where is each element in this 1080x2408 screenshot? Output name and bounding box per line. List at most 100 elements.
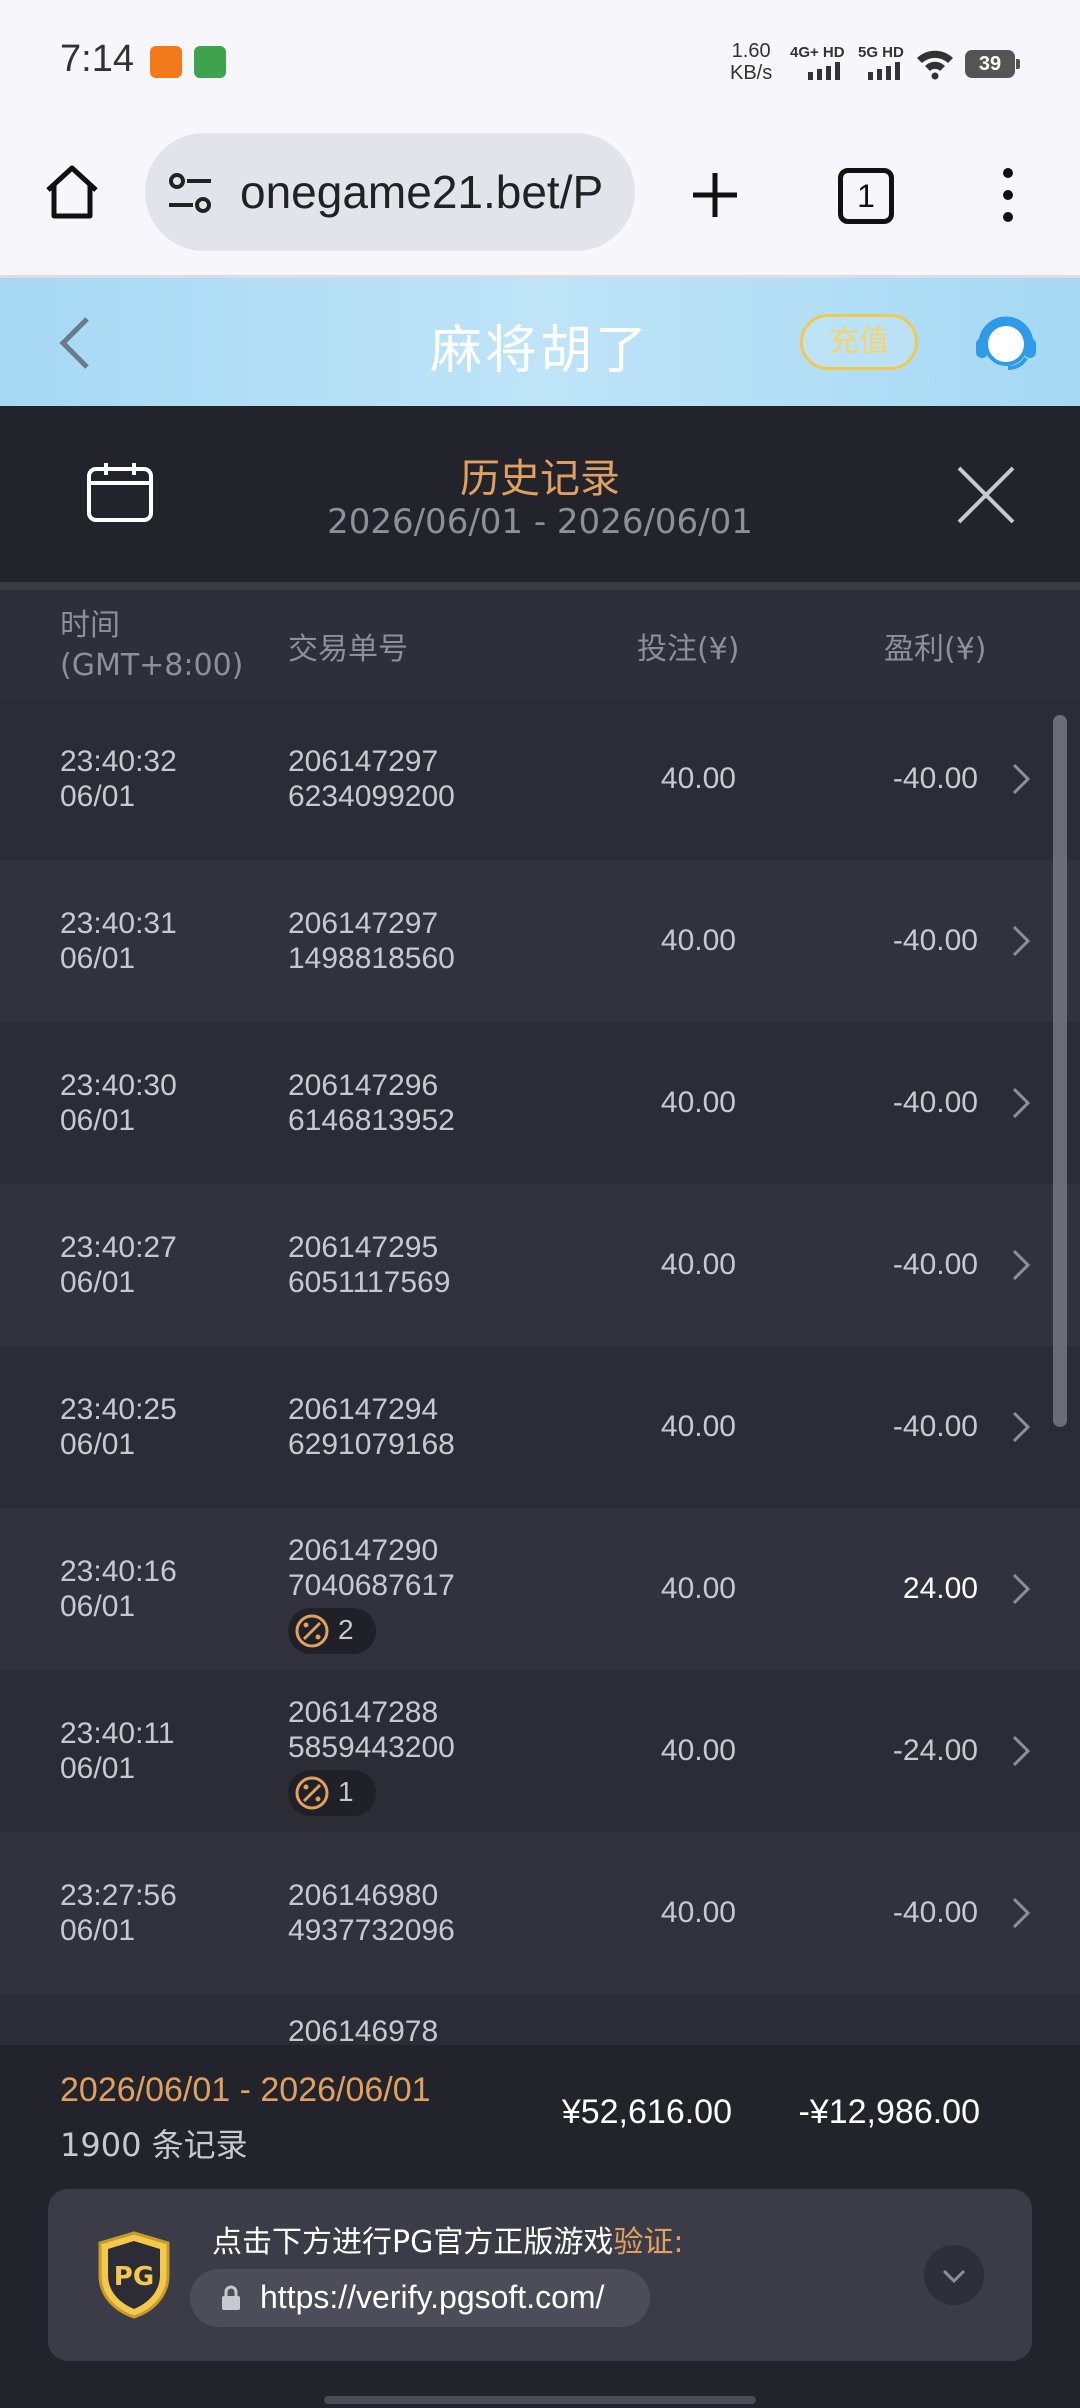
- more-options-icon[interactable]: [998, 165, 1018, 225]
- order-id-line2: 5859443200: [288, 1731, 455, 1764]
- divider: [0, 582, 1080, 590]
- free-spin-badge: 1: [288, 1770, 376, 1816]
- row-bet: 40.00: [660, 1248, 736, 1281]
- table-header: 时间 (GMT+8:00) 交易单号 投注(¥) 盈利(¥): [0, 590, 1080, 698]
- row-profit: -40.00: [892, 1248, 978, 1281]
- address-bar[interactable]: onegame21.bet/P: [145, 133, 635, 251]
- chevron-right-icon[interactable]: [1010, 761, 1032, 797]
- row-bet: 40.00: [660, 1572, 736, 1605]
- table-row[interactable]: 206146978: [0, 1994, 1080, 2045]
- lock-icon: [222, 2285, 240, 2310]
- row-date-value: 06/01: [60, 1266, 136, 1299]
- row-bet: 40.00: [660, 1896, 736, 1929]
- row-date-value: 06/01: [60, 780, 136, 813]
- row-date-value: 06/01: [60, 942, 136, 975]
- site-settings-icon[interactable]: [165, 169, 215, 217]
- row-time: 23:40:25 06/01: [60, 1392, 177, 1462]
- wifi-icon: [917, 50, 953, 80]
- row-time: 23:40:27 06/01: [60, 1230, 177, 1300]
- row-bet: 40.00: [660, 1734, 736, 1767]
- summary-date-range: 2026/06/01 - 2026/06/01: [60, 2071, 431, 2109]
- row-time: 23:40:32 06/01: [60, 744, 177, 814]
- table-row[interactable]: 23:40:30 06/01 206147296 6146813952 40.00 …: [0, 1022, 1080, 1184]
- new-tab-icon[interactable]: [685, 165, 745, 225]
- row-order-id: 206147297 6234099200: [288, 744, 455, 814]
- row-profit: 24.00: [902, 1572, 978, 1605]
- app-notification-icon: [150, 46, 182, 78]
- order-id-line2: 7040687617: [288, 1569, 455, 1602]
- row-date-value: 06/01: [60, 1104, 136, 1137]
- row-time: 23:27:56 06/01: [60, 1878, 177, 1948]
- scrollbar[interactable]: [1053, 715, 1067, 1427]
- table-row[interactable]: 23:40:11 06/01 206147288 5859443200 1 40.0…: [0, 1670, 1080, 1832]
- row-bet: 40.00: [660, 1086, 736, 1119]
- row-profit: -40.00: [892, 1410, 978, 1443]
- table-row[interactable]: 23:27:56 06/01 206146980 4937732096 40.00 …: [0, 1832, 1080, 1994]
- free-spin-badge: 2: [288, 1608, 376, 1654]
- column-header-profit: 盈利(¥): [884, 632, 987, 667]
- order-id-line1: 206147288: [288, 1696, 439, 1729]
- home-icon[interactable]: [40, 160, 104, 224]
- network-speed-unit: KB/s: [730, 62, 773, 84]
- order-id-line1: 206146978: [288, 2015, 439, 2045]
- history-header: 历史记录 2026/06/01 - 2026/06/01: [0, 406, 1080, 582]
- row-order-id: 206146980 4937732096: [288, 1878, 455, 1948]
- gesture-bar[interactable]: [324, 2396, 756, 2404]
- row-time-value: 23:40:32: [60, 745, 177, 778]
- free-spin-count: 1: [338, 1776, 354, 1807]
- row-time-value: 23:40:30: [60, 1069, 177, 1102]
- expand-button[interactable]: [924, 2245, 984, 2305]
- table-row[interactable]: 23:40:16 06/01 206147290 7040687617 2 40.0…: [0, 1508, 1080, 1670]
- signal-4g-label: 4G+ HD: [790, 44, 845, 61]
- recharge-button[interactable]: 充值: [800, 314, 918, 370]
- signal-bars-icon: [808, 62, 840, 80]
- network-speed-value: 1.60: [731, 40, 771, 62]
- row-order-id: 206147288 5859443200: [288, 1695, 455, 1765]
- row-time-value: 23:40:27: [60, 1231, 177, 1264]
- order-id-line1: 206147290: [288, 1534, 439, 1567]
- close-icon[interactable]: [955, 464, 1017, 526]
- history-date-range: 2026/06/01 - 2026/06/01: [327, 502, 753, 542]
- table-row[interactable]: 23:40:31 06/01 206147297 1498818560 40.00 …: [0, 860, 1080, 1022]
- free-spin-icon: [295, 1614, 329, 1648]
- chevron-right-icon[interactable]: [1010, 1895, 1032, 1931]
- verify-url-link[interactable]: https://verify.pgsoft.com/: [190, 2269, 650, 2327]
- pg-logo-text: PG: [114, 2262, 154, 2292]
- row-order-id: 206147296 6146813952: [288, 1068, 455, 1138]
- signal-bars-icon: [868, 62, 900, 80]
- row-order-id: 206146978: [288, 2014, 438, 2045]
- free-spin-count: 2: [338, 1614, 354, 1645]
- row-time: 23:40:16 06/01: [60, 1554, 177, 1624]
- chevron-right-icon[interactable]: [1010, 1247, 1032, 1283]
- chevron-right-icon[interactable]: [1010, 1733, 1032, 1769]
- row-order-id: 206147294 6291079168: [288, 1392, 455, 1462]
- chevron-right-icon[interactable]: [1010, 1571, 1032, 1607]
- battery-indicator: 39: [965, 50, 1020, 78]
- row-order-id: 206147290 7040687617: [288, 1533, 455, 1603]
- verify-instruction: 点击下方进行PG官方正版游戏验证:: [212, 2217, 683, 2261]
- row-bet: 40.00: [660, 762, 736, 795]
- row-bet: 40.00: [660, 924, 736, 957]
- order-id-line1: 206147297: [288, 907, 439, 940]
- table-row[interactable]: 23:40:27 06/01 206147295 6051117569 40.00 …: [0, 1184, 1080, 1346]
- row-profit: -40.00: [892, 762, 978, 795]
- order-id-line1: 206146980: [288, 1879, 439, 1912]
- order-id-line2: 6234099200: [288, 780, 455, 813]
- row-bet: 40.00: [660, 1410, 736, 1443]
- chevron-right-icon[interactable]: [1010, 923, 1032, 959]
- order-id-line2: 1498818560: [288, 942, 455, 975]
- verify-instruction-text: 点击下方进行PG官方正版游戏: [212, 2225, 614, 2260]
- chevron-right-icon[interactable]: [1010, 1409, 1032, 1445]
- chevron-down-icon: [942, 2269, 966, 2284]
- chevron-right-icon[interactable]: [1010, 1085, 1032, 1121]
- tab-switcher-button[interactable]: 1: [838, 168, 894, 224]
- table-row[interactable]: 23:40:32 06/01 206147297 6234099200 40.00 …: [0, 698, 1080, 860]
- summary-total-profit: -¥12,986.00: [798, 2093, 981, 2131]
- row-time-value: 23:40:16: [60, 1555, 177, 1588]
- customer-service-icon[interactable]: [970, 304, 1042, 376]
- row-time-value: 23:40:31: [60, 907, 177, 940]
- column-header-time: 时间: [60, 608, 120, 643]
- table-row[interactable]: 23:40:25 06/01 206147294 6291079168 40.00 …: [0, 1346, 1080, 1508]
- row-time: 23:40:11 06/01: [60, 1716, 175, 1786]
- records-list: 23:40:32 06/01 206147297 6234099200 40.00 …: [0, 698, 1080, 2045]
